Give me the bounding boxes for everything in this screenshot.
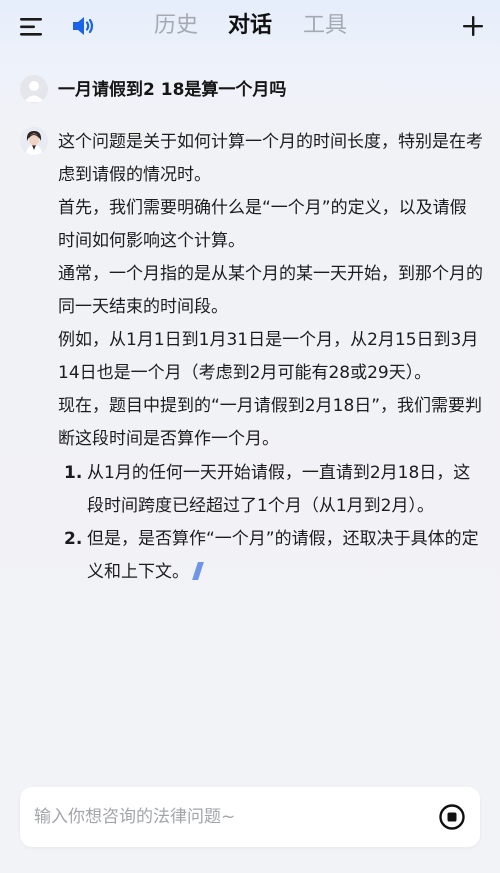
stop-generation-icon[interactable]	[438, 803, 466, 831]
list-item-text: 但是，是否算作“一个月”的请假，还取决于具体的定义和上下文。	[87, 529, 479, 582]
answer-list-item: 2. 但是，是否算作“一个月”的请假，还取决于具体的定义和上下文。	[58, 523, 483, 589]
chat-input[interactable]	[34, 801, 414, 833]
answer-list-item: 1. 从1月的任何一天开始请假，一直请到2月18日，这段时间跨度已经超过了1个月（…	[58, 457, 483, 523]
assistant-portrait-icon	[20, 127, 48, 155]
answer-paragraph: 现在，题目中提到的“一月请假到2月18日”，我们需要判断这段时间是否算作一个月。	[58, 396, 483, 449]
answer-paragraph: 这个问题是关于如何计算一个月的时间长度，特别是在考虑到请假的情况时。	[58, 132, 483, 185]
tab-chat[interactable]: 对话	[228, 10, 272, 42]
list-item-text: 从1月的任何一天开始请假，一直请到2月18日，这段时间跨度已经超过了1个月（从1…	[87, 463, 471, 516]
tab-tools[interactable]: 工具	[303, 10, 347, 42]
answer-list: 1. 从1月的任何一天开始请假，一直请到2月18日，这段时间跨度已经超过了1个月（…	[58, 457, 483, 589]
list-number: 1.	[64, 463, 83, 483]
top-bar: 历史 对话 工具	[0, 0, 500, 54]
user-message: 一月请假到2 18是算一个月吗	[20, 75, 490, 105]
tab-history[interactable]: 历史	[154, 10, 198, 42]
assistant-answer: 这个问题是关于如何计算一个月的时间长度，特别是在考虑到请假的情况时。 首先，我们…	[58, 126, 483, 589]
user-avatar	[20, 75, 48, 103]
speaker-icon[interactable]	[70, 13, 96, 39]
typing-cursor-icon	[192, 562, 204, 580]
plus-icon[interactable]	[461, 14, 485, 38]
answer-paragraph: 首先，我们需要明确什么是“一个月”的定义，以及请假时间如何影响这个计算。	[58, 198, 467, 251]
list-number: 2.	[64, 529, 83, 549]
user-question: 一月请假到2 18是算一个月吗	[58, 80, 287, 100]
answer-paragraph: 例如，从1月1日到1月31日是一个月，从2月15日到3月14日也是一个月（考虑到…	[58, 330, 479, 383]
menu-icon[interactable]	[20, 16, 44, 38]
user-silhouette-icon	[24, 81, 44, 102]
answer-paragraph: 通常，一个月指的是从某个月的某一天开始，到那个月的同一天结束的时间段。	[58, 264, 483, 317]
assistant-avatar	[20, 127, 48, 155]
chat-input-bar	[20, 787, 480, 847]
